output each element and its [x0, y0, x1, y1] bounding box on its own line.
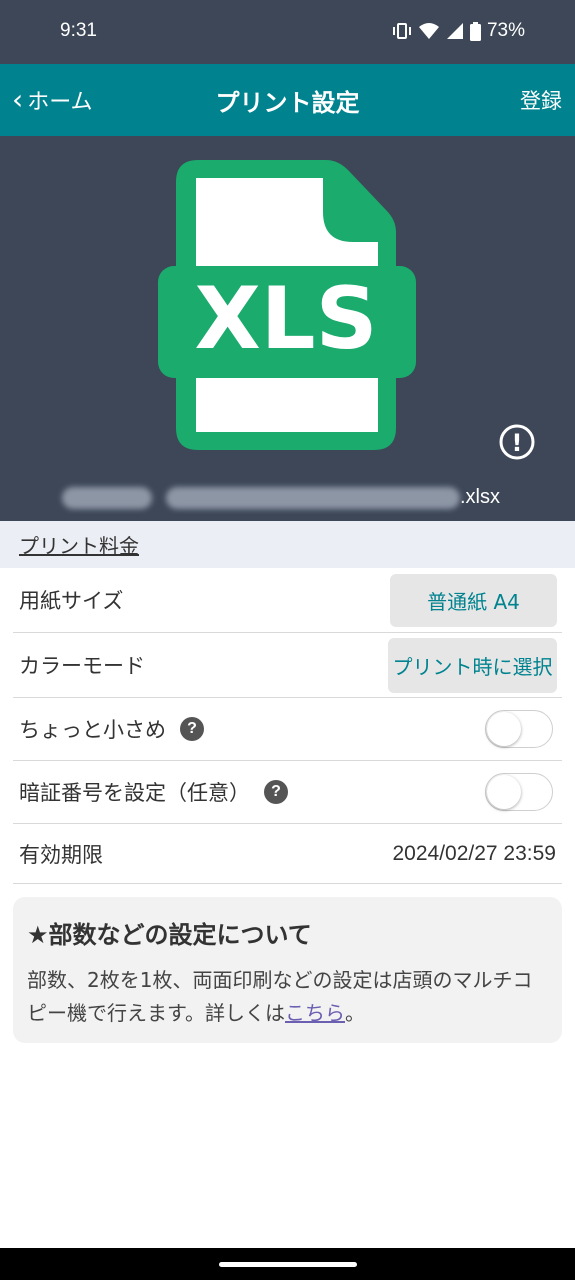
vibrate-icon: [392, 23, 411, 39]
help-icon[interactable]: ?: [264, 780, 288, 804]
chevron-left-icon: ‹: [12, 83, 24, 116]
paper-size-row: 用紙サイズ 普通紙 A4: [13, 568, 562, 633]
expiry-row: 有効期限 2024/02/27 23:59: [13, 824, 562, 884]
small-size-label: ちょっと小さめ: [19, 718, 166, 742]
file-extension: .xlsx: [460, 486, 500, 508]
small-size-label-wrap: ちょっと小さめ ?: [13, 714, 204, 744]
system-navigation-bar: [0, 1248, 575, 1280]
file-name: .xlsx: [62, 486, 500, 509]
signal-icon: [446, 23, 463, 39]
help-icon[interactable]: ?: [180, 717, 204, 741]
back-label: ホーム: [27, 90, 93, 115]
toggle-knob: [487, 712, 521, 746]
section-header: プリント料金: [0, 521, 575, 568]
wifi-icon: [418, 23, 439, 39]
color-mode-label: カラーモード: [19, 654, 145, 678]
info-text: 部数、2枚を1枚、両面印刷などの設定は店頭のマルチコピー機で行えます。詳しくはこ…: [27, 964, 548, 1030]
expiry-value: 2024/02/27 23:59: [392, 841, 557, 865]
warning-glyph: !: [512, 429, 523, 457]
paper-size-button[interactable]: 普通紙 A4: [390, 574, 557, 627]
home-indicator[interactable]: [219, 1262, 357, 1267]
small-size-row: ちょっと小さめ ?: [13, 698, 562, 761]
status-bar: 9:31 73%: [0, 0, 575, 64]
file-type-label: XLS: [194, 269, 377, 369]
pin-row: 暗証番号を設定（任意） ?: [13, 761, 562, 824]
navigation-bar: ‹ ホーム プリント設定 登録: [0, 64, 575, 136]
redacted-name-part: [166, 486, 460, 509]
register-button[interactable]: 登録: [520, 64, 562, 136]
battery-icon: [469, 21, 481, 41]
paper-size-label: 用紙サイズ: [19, 589, 124, 613]
battery-percent: 73%: [486, 20, 525, 41]
print-fee-link[interactable]: プリント料金: [19, 530, 139, 559]
xls-file-icon: XLS: [158, 160, 416, 450]
small-size-toggle[interactable]: [485, 710, 553, 748]
color-mode-button[interactable]: プリント時に選択: [388, 638, 557, 693]
status-time: 9:31: [60, 20, 97, 41]
redacted-name-part: [62, 486, 152, 509]
status-icons: 73%: [392, 20, 525, 42]
info-text-body: 部数、2枚を1枚、両面印刷などの設定は店頭のマルチコピー機で行えます。詳しくは: [27, 968, 533, 1025]
expiry-label: 有効期限: [19, 842, 103, 867]
info-text-end: 。: [345, 1001, 365, 1025]
toggle-knob: [487, 775, 521, 809]
color-mode-row: カラーモード プリント時に選択: [13, 633, 562, 698]
file-icon-page-bottom: [196, 378, 378, 432]
back-button[interactable]: ‹ ホーム: [12, 64, 93, 136]
file-preview: XLS ! .xlsx: [0, 136, 575, 521]
warning-icon[interactable]: !: [499, 424, 535, 460]
info-link[interactable]: こちら: [285, 1001, 345, 1025]
pin-toggle[interactable]: [485, 773, 553, 811]
info-title: ★部数などの設定について: [27, 921, 312, 949]
info-box: ★部数などの設定について 部数、2枚を1枚、両面印刷などの設定は店頭のマルチコピ…: [13, 897, 562, 1043]
pin-label: 暗証番号を設定（任意）: [19, 781, 250, 805]
pin-label-wrap: 暗証番号を設定（任意） ?: [13, 777, 288, 807]
